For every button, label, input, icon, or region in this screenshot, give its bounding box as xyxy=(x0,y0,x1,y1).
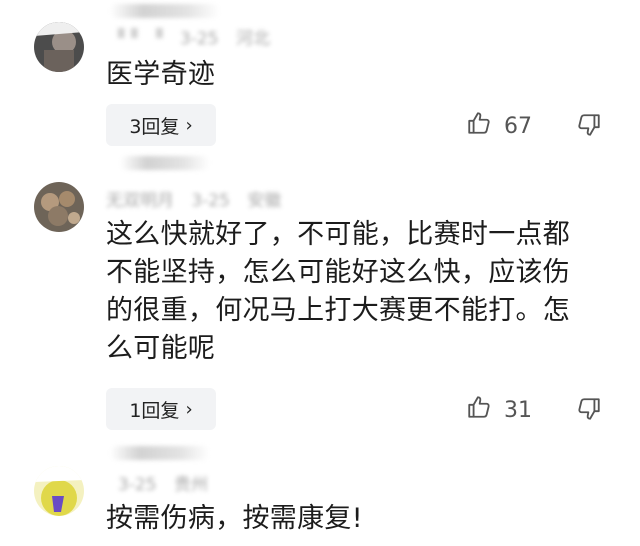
comment-meta: ▘▘ ▝ 3-25 河北 xyxy=(118,29,271,49)
chevron-right-icon: › xyxy=(185,114,193,136)
like-button[interactable]: 31 xyxy=(466,394,532,426)
chevron-right-icon: › xyxy=(185,398,193,420)
blur-smudge xyxy=(120,156,210,170)
reply-label: 3回复 xyxy=(129,115,180,138)
comment-location: 河北 xyxy=(236,29,271,49)
reply-button[interactable]: 3回复 › xyxy=(106,104,216,146)
like-count: 67 xyxy=(504,113,532,139)
comment-text: 医学奇迹 xyxy=(106,59,216,90)
comment-text: 按需伤病，按需康复! xyxy=(106,503,363,534)
like-button[interactable]: 67 xyxy=(466,110,532,142)
dislike-button[interactable] xyxy=(576,112,602,142)
username[interactable]: 无双明月 xyxy=(106,191,174,211)
like-count: 31 xyxy=(504,397,532,423)
comment-location: 安徽 xyxy=(247,191,282,211)
comment-date: 3-25 xyxy=(180,29,219,49)
comment-meta: 3-25 贵州 xyxy=(106,470,220,495)
thumbs-up-icon xyxy=(466,110,504,142)
avatar[interactable] xyxy=(34,182,84,232)
blur-smudge xyxy=(110,446,210,460)
comment-location: 贵州 xyxy=(174,475,208,495)
comment-meta: 无双明月 3-25 安徽 xyxy=(106,186,293,211)
thumbs-up-icon xyxy=(466,394,504,426)
blur-smudge xyxy=(110,4,220,18)
comment-date: 3-25 xyxy=(191,191,230,211)
comment-date: 3-25 xyxy=(118,475,157,495)
comment-text: 这么快就好了，不可能，比赛时一点都不能坚持，怎么可能好这么快，应该伤的很重，何况… xyxy=(106,219,571,364)
thumbs-down-icon xyxy=(576,398,602,426)
avatar[interactable] xyxy=(34,22,84,72)
dislike-button[interactable] xyxy=(576,396,602,426)
thumbs-down-icon xyxy=(576,114,602,142)
reply-button[interactable]: 1回复 › xyxy=(106,388,216,430)
avatar[interactable] xyxy=(34,466,84,516)
reply-label: 1回复 xyxy=(129,399,180,422)
